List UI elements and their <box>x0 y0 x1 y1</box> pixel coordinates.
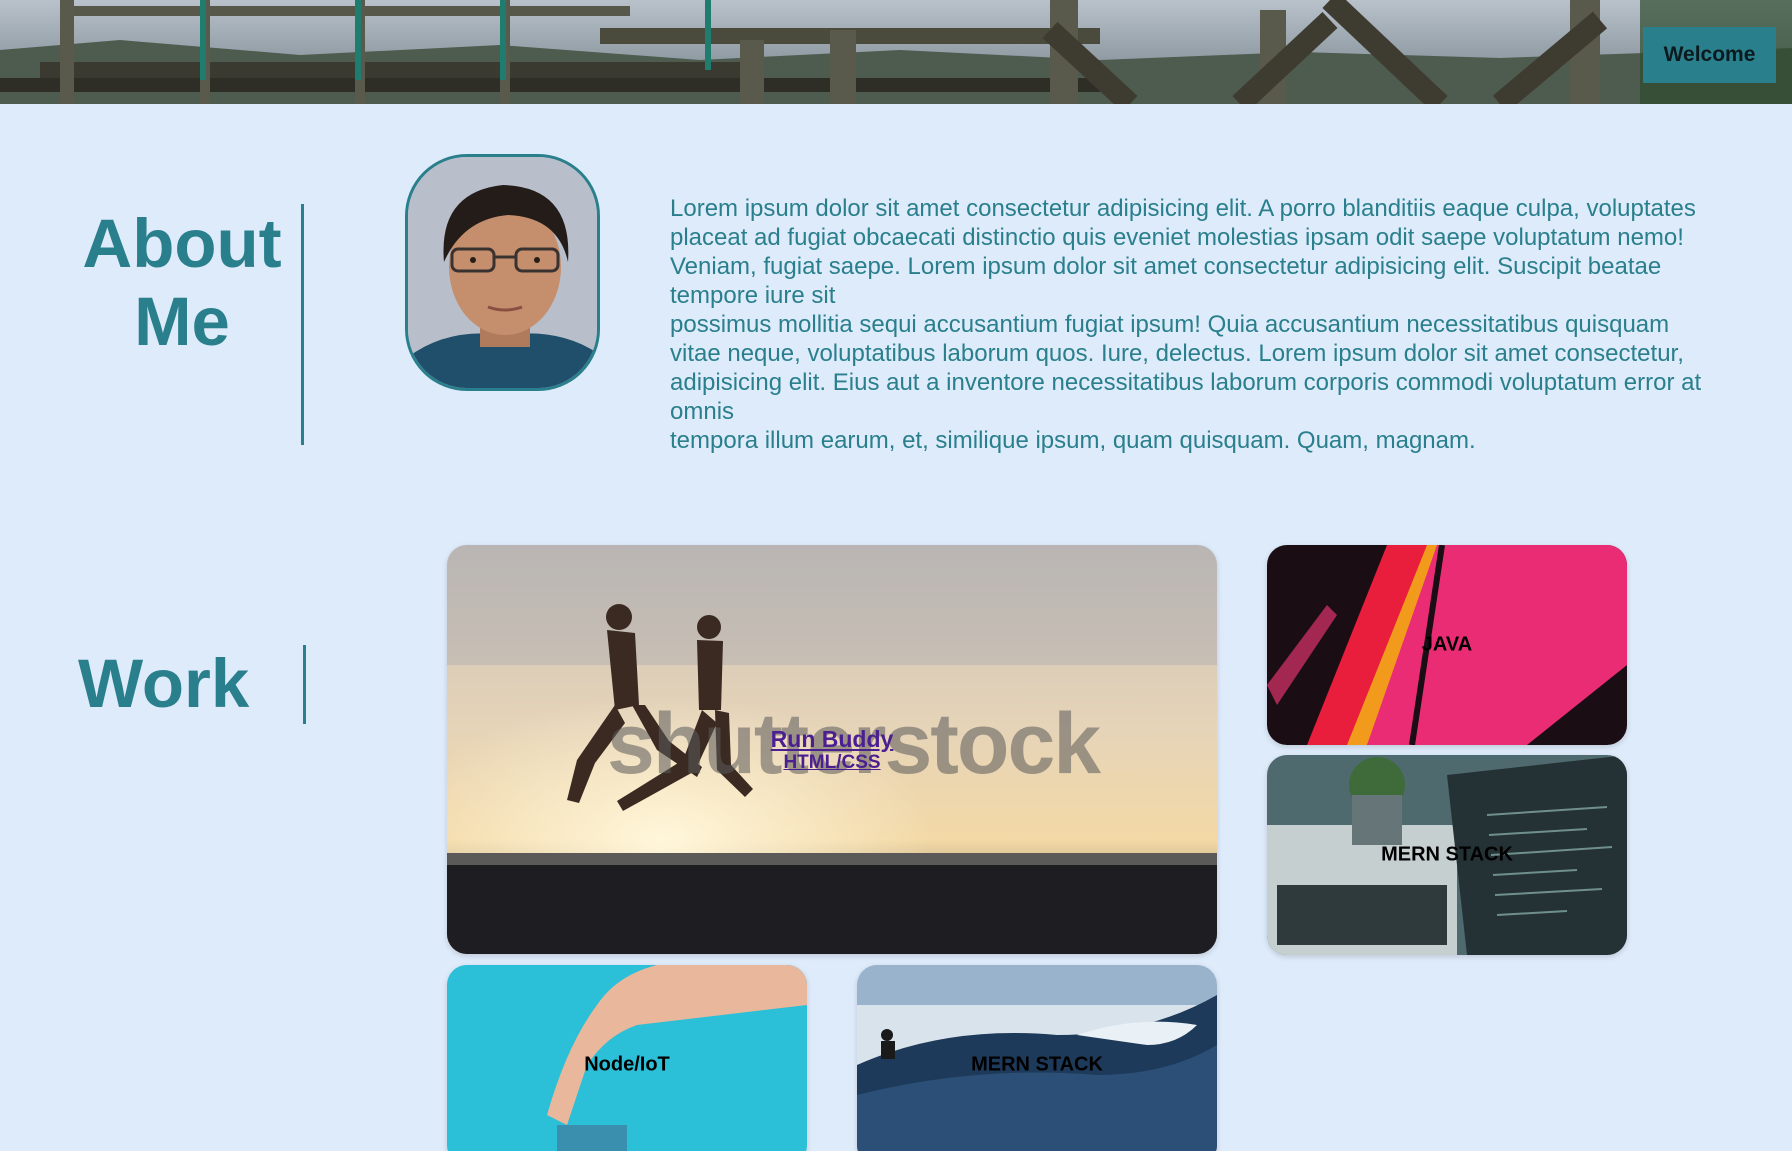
mern-stack-caption-1: MERN STACK <box>1381 843 1513 866</box>
about-paragraph-1: Lorem ipsum dolor sit amet consectetur a… <box>670 195 1696 309</box>
about-paragraph-2: possimus mollitia sequi accusantium fugi… <box>670 311 1702 425</box>
node-iot-caption: Node/IoT <box>584 1053 670 1076</box>
avatar <box>405 154 600 391</box>
work-title: Work <box>78 645 250 722</box>
project-card-java[interactable]: JAVA <box>1267 545 1627 745</box>
about-title: About Me <box>82 205 282 360</box>
header-banner: Welcome <box>0 0 1792 104</box>
project-card-node-iot[interactable]: Node/IoT <box>447 965 807 1151</box>
run-buddy-caption: Run Buddy HTML/CSS <box>447 726 1217 774</box>
run-buddy-tech-link[interactable]: HTML/CSS <box>447 752 1217 774</box>
project-card-run-buddy[interactable]: shutterstock Run Buddy HTML/CSS <box>447 545 1217 954</box>
about-divider <box>301 204 304 445</box>
about-paragraph: Lorem ipsum dolor sit amet consectetur a… <box>670 194 1720 455</box>
profile-photo <box>408 157 597 388</box>
java-caption: JAVA <box>1421 633 1473 656</box>
project-card-mern-stack-2[interactable]: MERN STACK <box>857 965 1217 1151</box>
run-buddy-link[interactable]: Run Buddy <box>447 726 1217 752</box>
about-paragraph-3: tempora illum earum, et, similique ipsum… <box>670 427 1476 454</box>
mern-stack-caption-2: MERN STACK <box>971 1053 1103 1076</box>
project-card-mern-stack-1[interactable]: MERN STACK <box>1267 755 1627 955</box>
work-divider <box>303 645 306 724</box>
welcome-button[interactable]: Welcome <box>1643 27 1776 83</box>
pier-photo <box>0 0 1792 104</box>
